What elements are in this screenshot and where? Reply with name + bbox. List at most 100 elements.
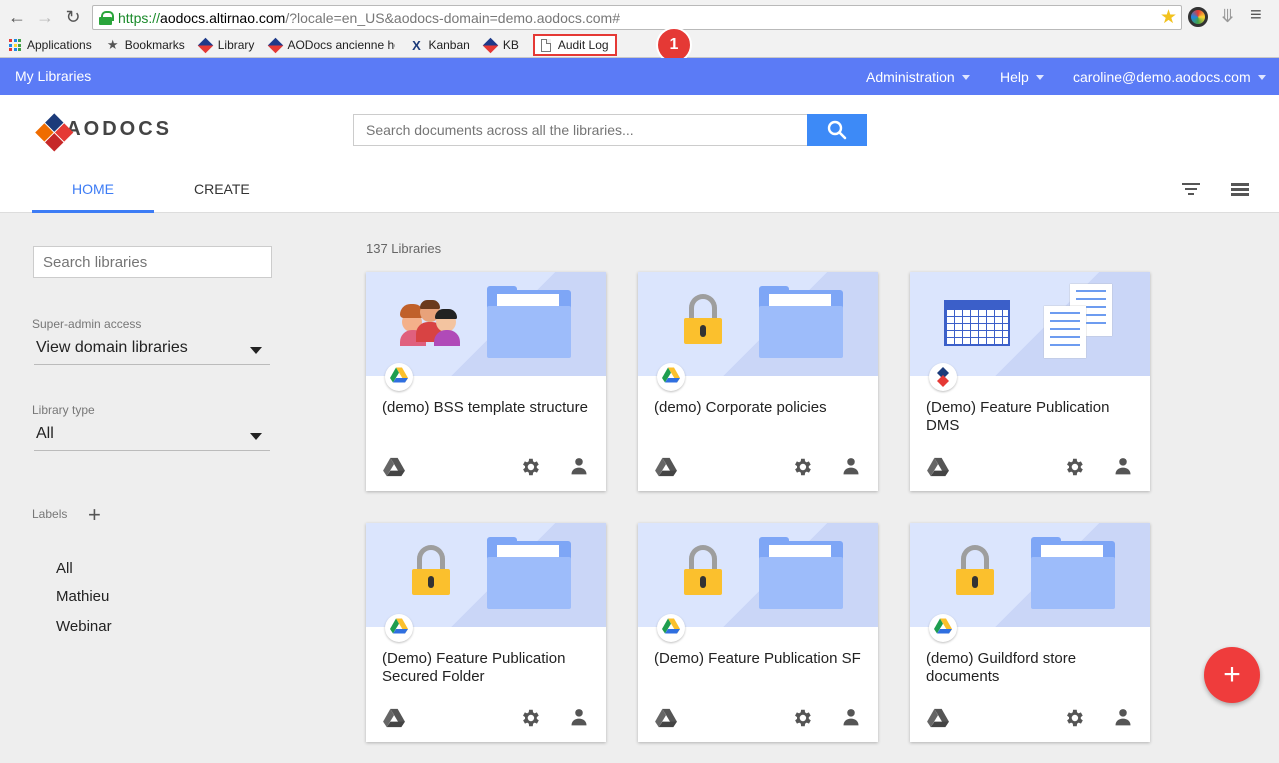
filter-icon[interactable] xyxy=(1182,183,1200,197)
padlock-icon xyxy=(684,545,722,595)
aodocs-icon xyxy=(937,367,949,387)
reload-icon[interactable]: ↻ xyxy=(62,6,84,28)
back-arrow-icon[interactable]: ← xyxy=(6,6,28,28)
super-admin-select[interactable]: View domain libraries xyxy=(34,339,270,365)
library-card[interactable]: (demo) Guildford store documents xyxy=(910,523,1150,742)
aodocs-logo[interactable]: AODOCS xyxy=(35,110,172,152)
person-icon[interactable] xyxy=(1113,707,1133,732)
label-item-webinar[interactable]: Webinar xyxy=(56,618,112,635)
bookmark-label: Audit Log xyxy=(557,38,609,52)
label-item-all[interactable]: All xyxy=(56,560,73,577)
gear-icon[interactable] xyxy=(791,707,813,734)
gear-icon[interactable] xyxy=(1063,456,1085,483)
padlock-icon xyxy=(956,545,994,595)
administration-label: Administration xyxy=(866,69,955,85)
google-drive-icon xyxy=(390,366,408,389)
person-icon[interactable] xyxy=(569,456,589,481)
person-icon[interactable] xyxy=(841,707,861,732)
administration-menu[interactable]: Administration xyxy=(866,69,970,85)
library-card[interactable]: (Demo) Feature Publication Secured Folde… xyxy=(366,523,606,742)
label-item-mathieu[interactable]: Mathieu xyxy=(56,588,109,605)
folder-icon xyxy=(487,537,571,609)
library-type-label: Library type xyxy=(32,403,95,417)
gear-icon[interactable] xyxy=(1063,707,1085,734)
add-label-icon[interactable]: + xyxy=(88,504,101,526)
bookmark-library[interactable]: Library xyxy=(197,37,255,53)
google-drive-icon[interactable] xyxy=(927,708,949,733)
padlock-icon xyxy=(412,545,450,595)
google-drive-icon[interactable] xyxy=(655,708,677,733)
google-drive-icon xyxy=(934,617,952,640)
tab-create[interactable]: CREATE xyxy=(194,181,250,197)
card-title[interactable]: (demo) BSS template structure xyxy=(382,399,594,417)
google-drive-icon[interactable] xyxy=(383,457,405,482)
bookmark-label: Kanban xyxy=(428,38,470,52)
documents-icon xyxy=(1044,282,1120,362)
user-menu[interactable]: caroline@demo.aodocs.com xyxy=(1073,69,1266,85)
lock-icon xyxy=(99,10,114,25)
bookmark-kb[interactable]: KB xyxy=(483,37,519,53)
library-card[interactable]: (demo) BSS template structure xyxy=(366,272,606,491)
card-title[interactable]: (Demo) Feature Publication SF xyxy=(654,650,866,668)
user-email: caroline@demo.aodocs.com xyxy=(1073,69,1251,85)
bookmark-star-icon[interactable]: ★ xyxy=(1160,6,1177,29)
labels-title: Labels xyxy=(32,507,68,521)
bookmark-kanban[interactable]: Χ Kanban xyxy=(409,37,470,53)
list-view-icon[interactable] xyxy=(1231,183,1249,197)
card-title[interactable]: (demo) Corporate policies xyxy=(654,399,866,417)
add-library-button[interactable]: + xyxy=(1204,647,1260,703)
url-path: /?locale=en_US&aodocs-domain=demo.aodocs… xyxy=(285,9,620,26)
library-search-input[interactable] xyxy=(33,246,272,278)
bookmark-audit-log[interactable]: Audit Log xyxy=(532,34,617,56)
gear-icon[interactable] xyxy=(519,456,541,483)
app-topbar: My Libraries Administration Help carolin… xyxy=(0,58,1279,95)
bookmark-aodocs-ancienne[interactable]: AODocs ancienne ho xyxy=(267,37,395,53)
extension-icon[interactable] xyxy=(1188,7,1208,27)
tab-active-indicator xyxy=(32,210,154,213)
card-title[interactable]: (Demo) Feature Publication DMS xyxy=(926,399,1138,435)
google-drive-icon xyxy=(662,366,680,389)
my-libraries-link[interactable]: My Libraries xyxy=(15,68,91,84)
card-title[interactable]: (demo) Guildford store documents xyxy=(926,650,1138,686)
card-title[interactable]: (Demo) Feature Publication Secured Folde… xyxy=(382,650,594,686)
help-label: Help xyxy=(1000,69,1029,85)
person-icon[interactable] xyxy=(841,456,861,481)
person-icon[interactable] xyxy=(569,707,589,732)
bookmark-label: Bookmarks xyxy=(124,38,185,52)
gear-icon[interactable] xyxy=(519,707,541,734)
apps-grid-icon xyxy=(8,38,22,52)
google-drive-icon[interactable] xyxy=(383,708,405,733)
logo-text: AODOCS xyxy=(66,117,172,140)
library-type-select[interactable]: All xyxy=(34,425,270,451)
gear-icon[interactable] xyxy=(791,456,813,483)
folder-icon xyxy=(487,286,571,358)
forward-arrow-icon[interactable]: → xyxy=(34,6,56,28)
google-drive-icon xyxy=(390,617,408,640)
google-drive-icon[interactable] xyxy=(927,457,949,482)
address-bar[interactable]: https://aodocs.altirnao.com/?locale=en_U… xyxy=(92,5,1182,30)
folder-icon xyxy=(759,537,843,609)
kanban-icon: Χ xyxy=(412,37,421,53)
library-card[interactable]: (demo) Corporate policies xyxy=(638,272,878,491)
library-type-badge xyxy=(657,614,685,642)
google-drive-icon[interactable] xyxy=(655,457,677,482)
bookmark-label: Library xyxy=(217,38,255,52)
app-header xyxy=(0,95,1279,213)
card-banner xyxy=(910,272,1150,376)
extension-download-icon[interactable]: ⤋ xyxy=(1220,6,1235,27)
card-banner xyxy=(910,523,1150,627)
search-button[interactable] xyxy=(807,114,867,146)
url-host: aodocs.altirnao.com xyxy=(160,9,286,26)
bookmark-applications[interactable]: Applications xyxy=(8,38,92,52)
library-card[interactable]: (Demo) Feature Publication SF xyxy=(638,523,878,742)
person-icon[interactable] xyxy=(1113,456,1133,481)
tab-home[interactable]: HOME xyxy=(32,181,154,197)
search-icon xyxy=(827,120,847,140)
super-admin-label: Super-admin access xyxy=(32,317,142,331)
bookmark-bookmarks[interactable]: ★ Bookmarks xyxy=(106,37,185,52)
library-type-badge xyxy=(385,614,413,642)
help-menu[interactable]: Help xyxy=(1000,69,1044,85)
library-card[interactable]: (Demo) Feature Publication DMS xyxy=(910,272,1150,491)
browser-menu-icon[interactable]: ≡ xyxy=(1250,4,1262,27)
document-search-input[interactable] xyxy=(353,114,808,146)
